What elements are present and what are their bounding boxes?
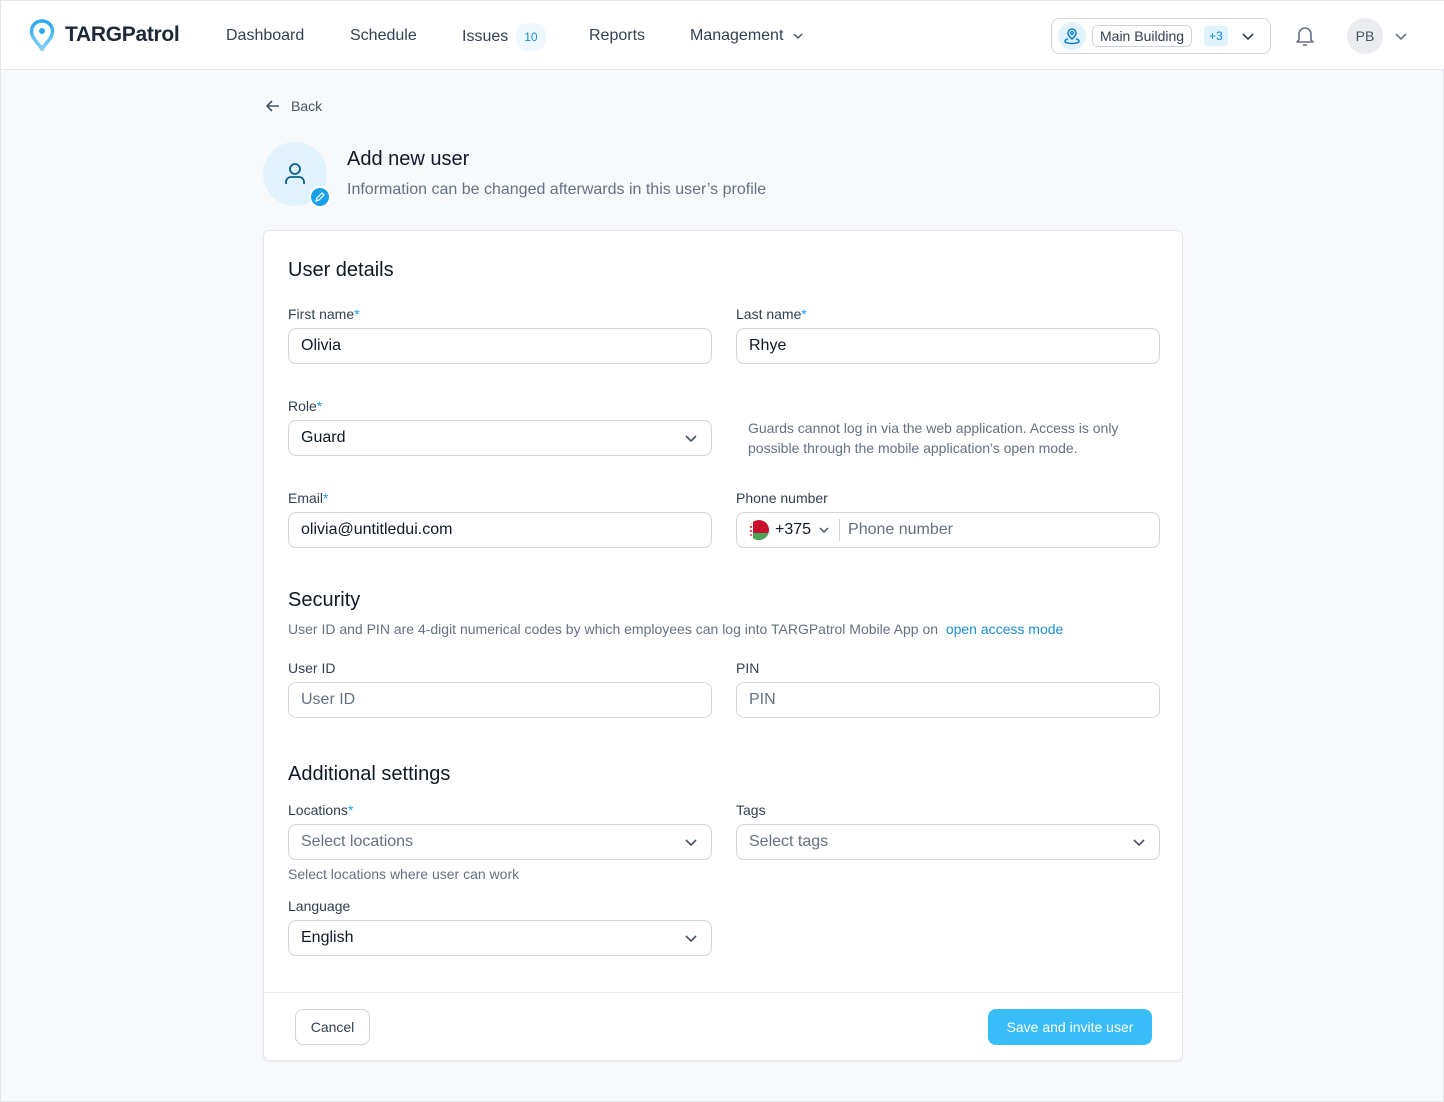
nav-schedule[interactable]: Schedule: [350, 25, 417, 47]
chevron-down-icon: [793, 33, 803, 40]
email-input[interactable]: olivia@untitledui.com: [288, 512, 712, 548]
button-label: Cancel: [310, 1019, 355, 1035]
nav-label: Schedule: [350, 27, 417, 44]
user-avatar[interactable]: PB: [1347, 18, 1383, 54]
last-name-input[interactable]: Rhye: [736, 328, 1160, 364]
footer-divider: [264, 992, 1182, 993]
required-mark: *: [316, 398, 323, 414]
country-code: +375: [775, 521, 812, 538]
cancel-button[interactable]: Cancel: [295, 1009, 370, 1045]
input-value: Olivia: [301, 337, 342, 354]
select-value: English: [301, 929, 354, 946]
back-label: Back: [291, 98, 323, 114]
brand-logo[interactable]: TARGPatrol: [29, 19, 180, 51]
bell-icon[interactable]: [1294, 24, 1316, 48]
open-access-mode-link[interactable]: open access mode: [946, 621, 1064, 637]
button-label: Save and invite user: [1006, 1019, 1134, 1035]
select-placeholder: Select locations: [301, 833, 414, 850]
section-security: Security: [288, 589, 361, 611]
language-select[interactable]: English: [288, 920, 712, 956]
nav-management[interactable]: Management: [690, 25, 805, 47]
required-mark: *: [354, 306, 360, 322]
locations-label: Locations*: [288, 800, 353, 820]
avatar-initials: PB: [1355, 28, 1375, 44]
chevron-down-icon: [819, 527, 829, 534]
required-mark: *: [801, 306, 807, 322]
pin-label: PIN: [736, 660, 760, 676]
first-name-input[interactable]: Olivia: [288, 328, 712, 364]
chevron-down-icon: [685, 435, 697, 443]
user-id-input[interactable]: User ID: [288, 682, 712, 718]
phone-label: Phone number: [736, 490, 828, 506]
country-code-select[interactable]: +375: [749, 519, 841, 541]
role-label: Role*: [288, 396, 322, 416]
user-id-label: User ID: [288, 660, 336, 676]
more-locations-badge: +3: [1204, 26, 1228, 46]
belarus-flag-icon: [749, 520, 769, 540]
chevron-down-icon: [1242, 33, 1254, 41]
add-user-form: User details First name* Olivia Last nam…: [263, 230, 1183, 1061]
pencil-icon: [315, 192, 325, 202]
label-text: Locations: [288, 802, 348, 818]
tags-label: Tags: [736, 802, 766, 818]
input-placeholder: User ID: [301, 691, 356, 708]
label-text: Email: [288, 490, 324, 506]
nav-issues[interactable]: Issues 10: [462, 23, 546, 51]
security-text: User ID and PIN are 4-digit numerical co…: [288, 621, 939, 637]
required-mark: *: [323, 490, 329, 506]
select-value: Guard: [301, 429, 346, 446]
back-link[interactable]: Back: [265, 98, 322, 114]
issues-count-badge: 10: [516, 23, 546, 51]
phone-placeholder: Phone number: [848, 521, 954, 538]
location-pin-icon: [29, 19, 55, 51]
locations-hint: Select locations where user can work: [288, 866, 520, 882]
section-user-details: User details: [288, 259, 394, 281]
brand-name: TARGPatrol: [65, 23, 180, 46]
label-text: Last name: [736, 306, 802, 322]
save-and-invite-button[interactable]: Save and invite user: [988, 1009, 1152, 1045]
page-title: Add new user: [347, 148, 470, 170]
required-mark: *: [347, 802, 354, 818]
locations-select[interactable]: Select locations: [288, 824, 712, 860]
chevron-down-icon: [685, 935, 697, 943]
label-text: Role: [288, 398, 317, 414]
role-select[interactable]: Guard: [288, 420, 712, 456]
location-icon: [1058, 22, 1086, 50]
nav-label: Reports: [589, 27, 646, 44]
email-label: Email*: [288, 488, 328, 508]
language-label: Language: [288, 898, 351, 914]
location-selector[interactable]: Main Building +3: [1051, 18, 1271, 54]
top-nav: TARGPatrol Dashboard Schedule Issues 10 R…: [1, 1, 1444, 70]
arrow-left-icon: [265, 100, 279, 112]
section-additional-settings: Additional settings: [288, 763, 451, 785]
nav-label: Dashboard: [226, 27, 305, 44]
nav-dashboard[interactable]: Dashboard: [226, 25, 304, 47]
chevron-down-icon: [685, 839, 697, 847]
input-placeholder: PIN: [749, 691, 776, 708]
tags-select[interactable]: Select tags: [736, 824, 1160, 860]
user-icon: [285, 163, 305, 184]
role-note: Guards cannot log in via the web applica…: [748, 420, 1119, 456]
pin-input[interactable]: PIN: [736, 682, 1160, 718]
last-name-label: Last name*: [736, 304, 807, 324]
label-text: First name: [288, 306, 355, 322]
location-chip: Main Building: [1092, 25, 1193, 47]
nav-label: Management: [690, 27, 784, 44]
edit-avatar-button[interactable]: [309, 186, 331, 208]
input-value: olivia@untitledui.com: [301, 521, 453, 538]
nav-label: Issues: [462, 28, 509, 45]
chevron-down-icon: [1133, 839, 1145, 847]
security-description: User ID and PIN are 4-digit numerical co…: [288, 619, 1063, 639]
first-name-label: First name*: [288, 304, 360, 324]
user-avatar-placeholder: [263, 142, 331, 208]
phone-input[interactable]: +375 Phone number: [736, 512, 1160, 548]
chevron-down-icon[interactable]: [1393, 28, 1409, 44]
select-placeholder: Select tags: [749, 833, 829, 850]
page-subtitle: Information can be changed afterwards in…: [347, 181, 767, 198]
nav-reports[interactable]: Reports: [589, 25, 645, 47]
input-value: Rhye: [749, 337, 787, 354]
